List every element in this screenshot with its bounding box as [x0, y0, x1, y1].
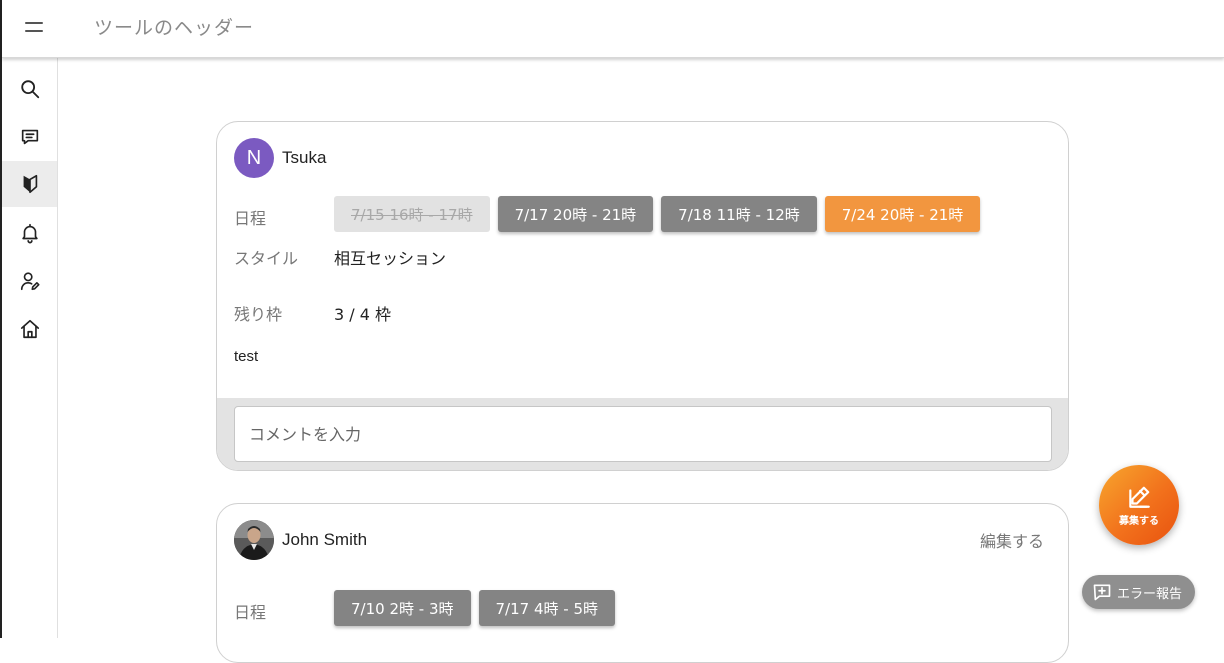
avatar-photo: [234, 520, 274, 560]
bell-icon: [21, 223, 38, 244]
style-value: 相互セッション: [334, 249, 447, 268]
schedule-chip[interactable]: 7/18 11時 - 12時: [661, 196, 817, 232]
schedule-label: 日程: [234, 209, 267, 228]
sidebar-item-beginner[interactable]: [2, 161, 57, 207]
post-card: John Smith 編集する 日程 7/10 2時 - 3時 7/17 4時 …: [216, 503, 1069, 663]
sidebar-item-search[interactable]: [2, 66, 57, 112]
avatar[interactable]: N: [234, 138, 274, 178]
avatar[interactable]: [234, 520, 274, 560]
schedule-label: 日程: [234, 603, 267, 622]
author-name: Tsuka: [282, 148, 327, 167]
user-edit-icon: [20, 272, 40, 291]
post-author: N Tsuka: [234, 138, 326, 178]
report-icon: [1093, 584, 1111, 601]
slots-value: 3 / 4 枠: [334, 305, 392, 324]
comment-input[interactable]: [234, 406, 1052, 462]
edit-link[interactable]: 編集する: [980, 528, 1044, 552]
home-icon: [20, 319, 39, 339]
schedule-chips: 7/10 2時 - 3時 7/17 4時 - 5時: [334, 590, 615, 626]
comment-area: [217, 398, 1068, 470]
schedule-chip: 7/15 16時 - 17時: [334, 196, 490, 232]
beginner-mark-icon: [23, 174, 37, 194]
schedule-chip-selected[interactable]: 7/24 20時 - 21時: [824, 196, 981, 232]
search-icon: [20, 80, 39, 99]
post-card: N Tsuka 日程 7/15 16時 - 17時 7/17 20時 - 21時…: [216, 121, 1069, 471]
recruit-button[interactable]: 募集する: [1099, 465, 1179, 545]
schedule-chip[interactable]: 7/10 2時 - 3時: [334, 590, 471, 626]
app-header: ツールのヘッダー: [2, 0, 1224, 58]
header-title: ツールのヘッダー: [94, 17, 255, 39]
menu-icon[interactable]: [22, 16, 48, 38]
slots-label: 残り枠: [234, 305, 283, 324]
sidebar-item-notifications[interactable]: [2, 210, 57, 256]
error-report-button[interactable]: エラー報告: [1082, 575, 1195, 609]
author-name: John Smith: [282, 530, 368, 549]
schedule-chip[interactable]: 7/17 20時 - 21時: [497, 196, 654, 232]
error-report-label: エラー報告: [1117, 586, 1183, 602]
schedule-chip[interactable]: 7/17 4時 - 5時: [478, 590, 615, 626]
sidebar-item-profile[interactable]: [2, 258, 57, 304]
schedule-chips: 7/15 16時 - 17時 7/17 20時 - 21時 7/18 11時 -…: [334, 196, 981, 232]
post-body: test: [234, 348, 259, 365]
pencil-icon: [1129, 486, 1150, 508]
sidebar: [2, 58, 58, 638]
recruit-button-label: 募集する: [1119, 515, 1159, 527]
style-label: スタイル: [234, 249, 299, 268]
sidebar-item-home[interactable]: [2, 306, 57, 352]
chat-icon: [21, 129, 38, 145]
sidebar-item-messages[interactable]: [2, 114, 57, 160]
post-author: John Smith: [234, 520, 367, 560]
